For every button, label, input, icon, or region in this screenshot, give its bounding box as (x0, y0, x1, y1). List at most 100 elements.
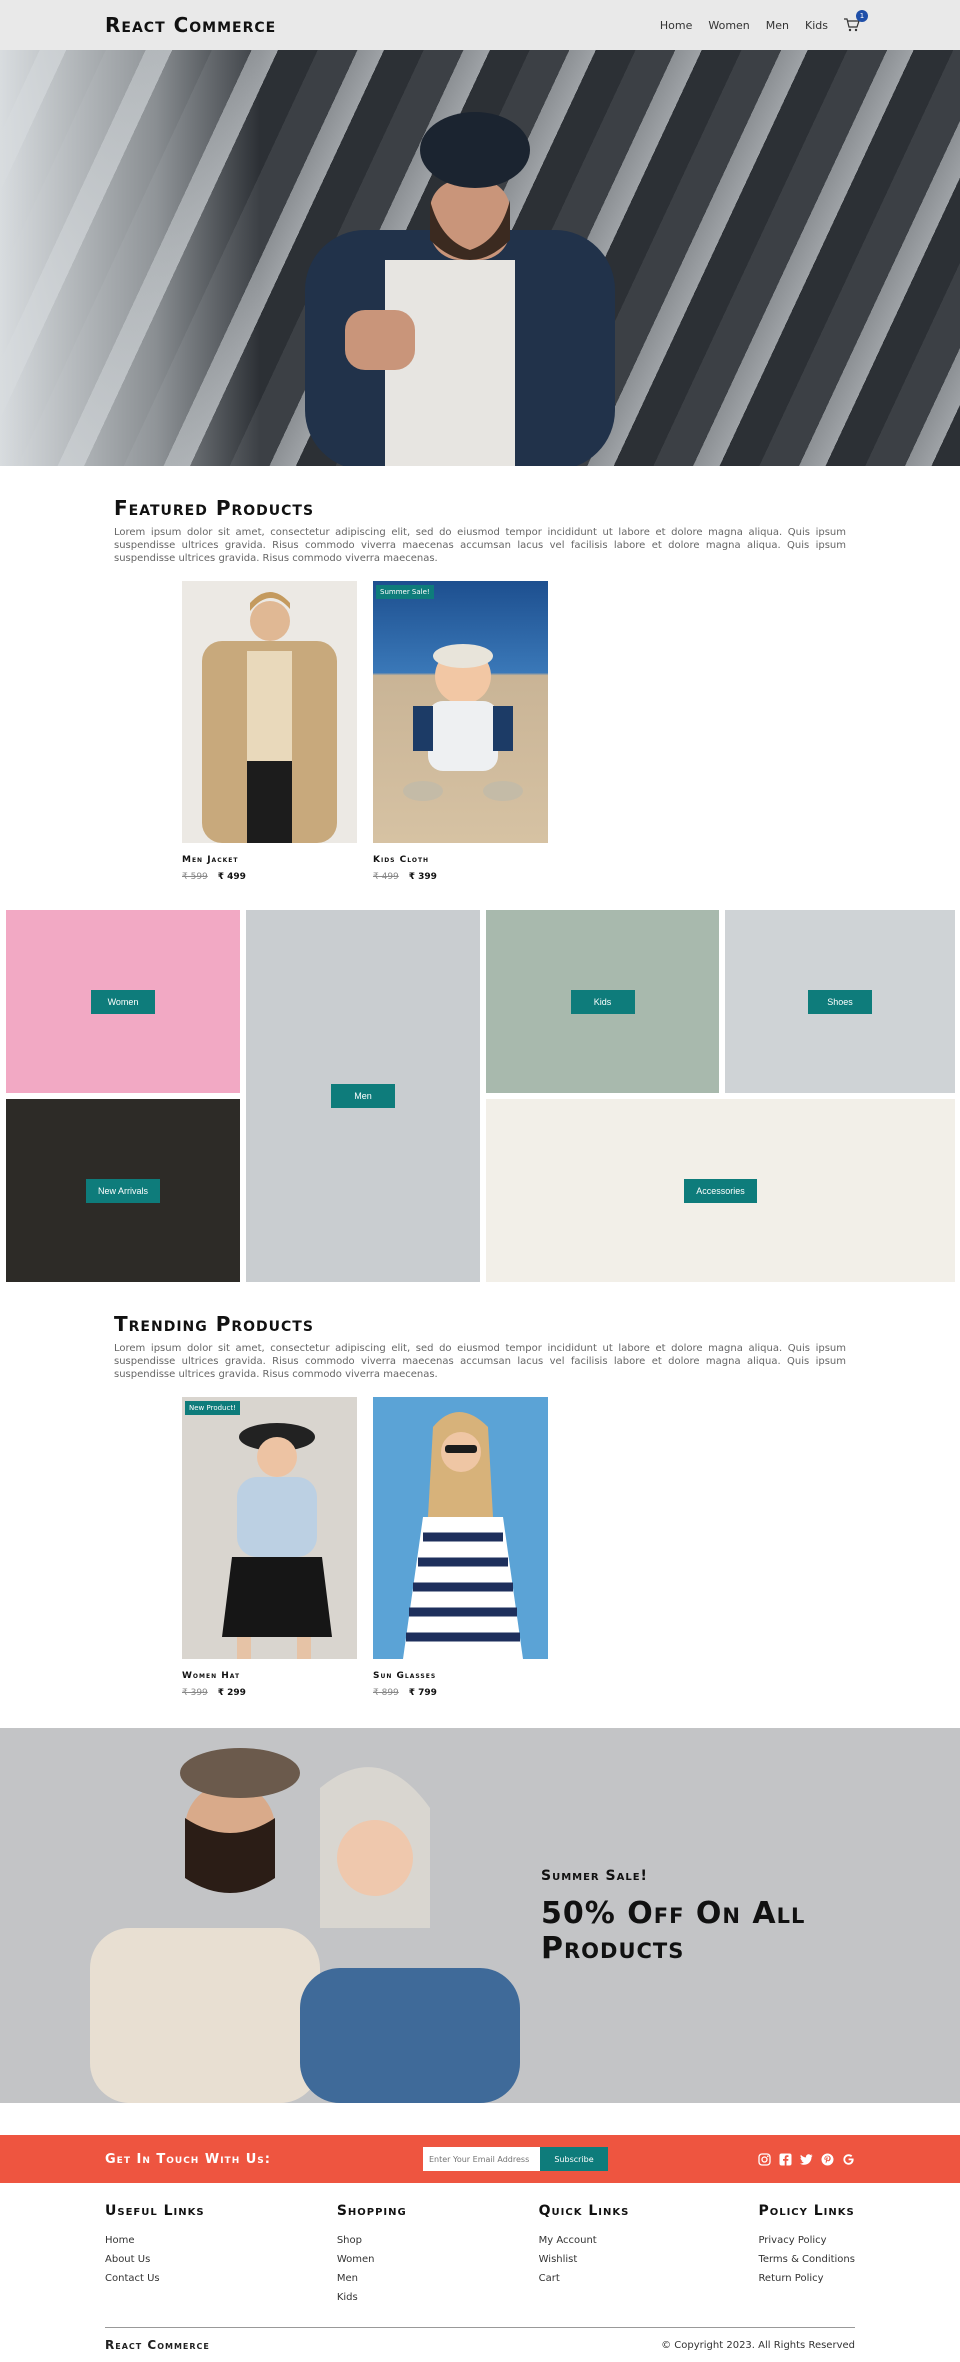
couple-image (90, 1748, 520, 2103)
nav-link-women[interactable]: Women (708, 19, 749, 32)
featured-section: Featured Products Lorem ipsum dolor sit … (0, 466, 960, 565)
footer-heading: Useful Links (105, 2203, 205, 2219)
newsletter-form: Subscribe (423, 2147, 608, 2171)
product-card[interactable]: Sun Glasses ₹ 899 ₹ 799 (373, 1397, 548, 1698)
facebook-icon[interactable] (779, 2153, 792, 2166)
featured-products: Men Jacket ₹ 599 ₹ 499 Summer Sale! Kids… (182, 581, 960, 882)
hero-model-image (305, 112, 615, 466)
footer-link[interactable]: Wishlist (539, 2250, 757, 2269)
footer-link[interactable]: My Account (539, 2231, 757, 2250)
footer-link[interactable]: Kids (337, 2288, 537, 2307)
footer-link[interactable]: Women (337, 2250, 537, 2269)
trending-title: Trending Products (114, 1312, 314, 1336)
old-price: ₹ 399 (182, 1688, 208, 1698)
site-header: React Commerce Home Women Men Kids 1 (0, 0, 960, 50)
footer-link[interactable]: Home (105, 2231, 335, 2250)
hero-banner (0, 50, 960, 466)
category-kids[interactable]: Kids (486, 910, 719, 1093)
sale-badge: Summer Sale! (376, 585, 434, 599)
product-card[interactable]: Men Jacket ₹ 599 ₹ 499 (182, 581, 357, 882)
site-logo[interactable]: React Commerce (105, 13, 276, 37)
cart-icon[interactable]: 1 (844, 10, 868, 32)
old-price: ₹ 599 (182, 872, 208, 882)
product-card[interactable]: Summer Sale! Kids Cloth ₹ 499 ₹ 399 (373, 581, 548, 882)
footer-heading: Policy Links (758, 2203, 855, 2219)
new-price: ₹ 399 (408, 872, 437, 882)
footer-link[interactable]: About Us (105, 2250, 335, 2269)
footer-policy-links: Policy Links Privacy Policy Terms & Cond… (758, 2203, 855, 2307)
trending-description: Lorem ipsum dolor sit amet, consectetur … (114, 1343, 846, 1380)
footer-quick-links: Quick Links My Account Wishlist Cart (539, 2203, 757, 2307)
product-price: ₹ 899 ₹ 799 (373, 1688, 548, 1698)
category-men[interactable]: Men (246, 910, 480, 1282)
footer-heading: Quick Links (538, 2203, 630, 2219)
copyright-text: © Copyright 2023. All Rights Reserved (661, 2339, 855, 2351)
footer-link[interactable]: Terms & Conditions (758, 2250, 855, 2269)
categories-grid: Women Men Kids Shoes New Arrivals Access… (0, 910, 960, 1282)
email-input[interactable] (423, 2147, 540, 2171)
old-price: ₹ 899 (373, 1688, 399, 1698)
category-kids-button[interactable]: Kids (570, 989, 635, 1014)
site-footer: Useful Links Home About Us Contact Us Sh… (0, 2183, 960, 2362)
subscribe-button[interactable]: Subscribe (540, 2147, 608, 2171)
product-title[interactable]: Women Hat (182, 1671, 357, 1681)
trending-products: New Product! Women Hat ₹ 399 ₹ 299 Sun G… (182, 1397, 960, 1698)
footer-useful-links: Useful Links Home About Us Contact Us (105, 2203, 335, 2307)
nav-link-home[interactable]: Home (660, 19, 692, 32)
summer-sale-banner: Summer Sale! 50% Off On All Products (0, 1728, 960, 2103)
social-links (758, 2152, 855, 2166)
men-jacket-image (202, 592, 337, 843)
category-new-arrivals-button[interactable]: New Arrivals (85, 1178, 160, 1203)
nav-link-men[interactable]: Men (766, 19, 789, 32)
footer-link[interactable]: Privacy Policy (758, 2231, 855, 2250)
product-image[interactable] (182, 581, 357, 843)
newsletter-title: Get In Touch With Us: (105, 2151, 271, 2167)
category-new-arrivals[interactable]: New Arrivals (6, 1099, 240, 1282)
twitter-icon[interactable] (800, 2153, 813, 2166)
women-hat-image (222, 1423, 332, 1659)
product-image[interactable]: New Product! (182, 1397, 357, 1659)
nav-link-kids[interactable]: Kids (805, 19, 828, 32)
category-shoes[interactable]: Shoes (725, 910, 955, 1093)
product-title[interactable]: Kids Cloth (373, 855, 548, 865)
footer-link[interactable]: Men (337, 2269, 537, 2288)
footer-logo[interactable]: React Commerce (105, 2338, 210, 2352)
footer-columns: Useful Links Home About Us Contact Us Sh… (105, 2203, 855, 2307)
product-price: ₹ 499 ₹ 399 (373, 872, 548, 882)
footer-heading: Shopping (336, 2203, 407, 2219)
summer-sale-headline: 50% Off On All Products (541, 1896, 806, 1966)
footer-link[interactable]: Shop (337, 2231, 537, 2250)
summer-sale-subtitle: Summer Sale! (541, 1868, 648, 1884)
summer-sale-text: Summer Sale! 50% Off On All Products (541, 1868, 841, 1966)
footer-bottom: React Commerce © Copyright 2023. All Rig… (105, 2327, 855, 2362)
footer-link[interactable]: Cart (539, 2269, 757, 2288)
category-men-button[interactable]: Men (331, 1084, 395, 1108)
footer-link[interactable]: Contact Us (105, 2269, 335, 2288)
category-accessories-button[interactable]: Accessories (684, 1178, 757, 1203)
category-women[interactable]: Women (6, 910, 240, 1093)
instagram-icon[interactable] (758, 2152, 771, 2166)
main-nav: Home Women Men Kids 1 (660, 10, 868, 32)
category-women-button[interactable]: Women (91, 989, 155, 1014)
category-accessories[interactable]: Accessories (486, 1099, 955, 1282)
featured-description: Lorem ipsum dolor sit amet, consectetur … (114, 527, 846, 564)
product-card[interactable]: New Product! Women Hat ₹ 399 ₹ 299 (182, 1397, 357, 1698)
product-image[interactable]: Summer Sale! (373, 581, 548, 843)
google-icon[interactable] (842, 2153, 855, 2166)
kids-cloth-image (403, 644, 523, 801)
trending-section: Trending Products Lorem ipsum dolor sit … (0, 1282, 960, 1381)
product-image[interactable] (373, 1397, 548, 1659)
sun-glasses-image (403, 1412, 523, 1659)
old-price: ₹ 499 (373, 872, 399, 882)
footer-shopping: Shopping Shop Women Men Kids (337, 2203, 537, 2307)
pinterest-icon[interactable] (821, 2153, 834, 2166)
category-shoes-button[interactable]: Shoes (808, 989, 872, 1014)
product-title[interactable]: Men Jacket (182, 855, 357, 865)
new-price: ₹ 499 (217, 872, 246, 882)
product-price: ₹ 399 ₹ 299 (182, 1688, 357, 1698)
cart-count-badge: 1 (856, 10, 868, 22)
product-title[interactable]: Sun Glasses (373, 1671, 548, 1681)
new-price: ₹ 299 (217, 1688, 246, 1698)
footer-link[interactable]: Return Policy (758, 2269, 855, 2288)
featured-title: Featured Products (114, 496, 315, 520)
